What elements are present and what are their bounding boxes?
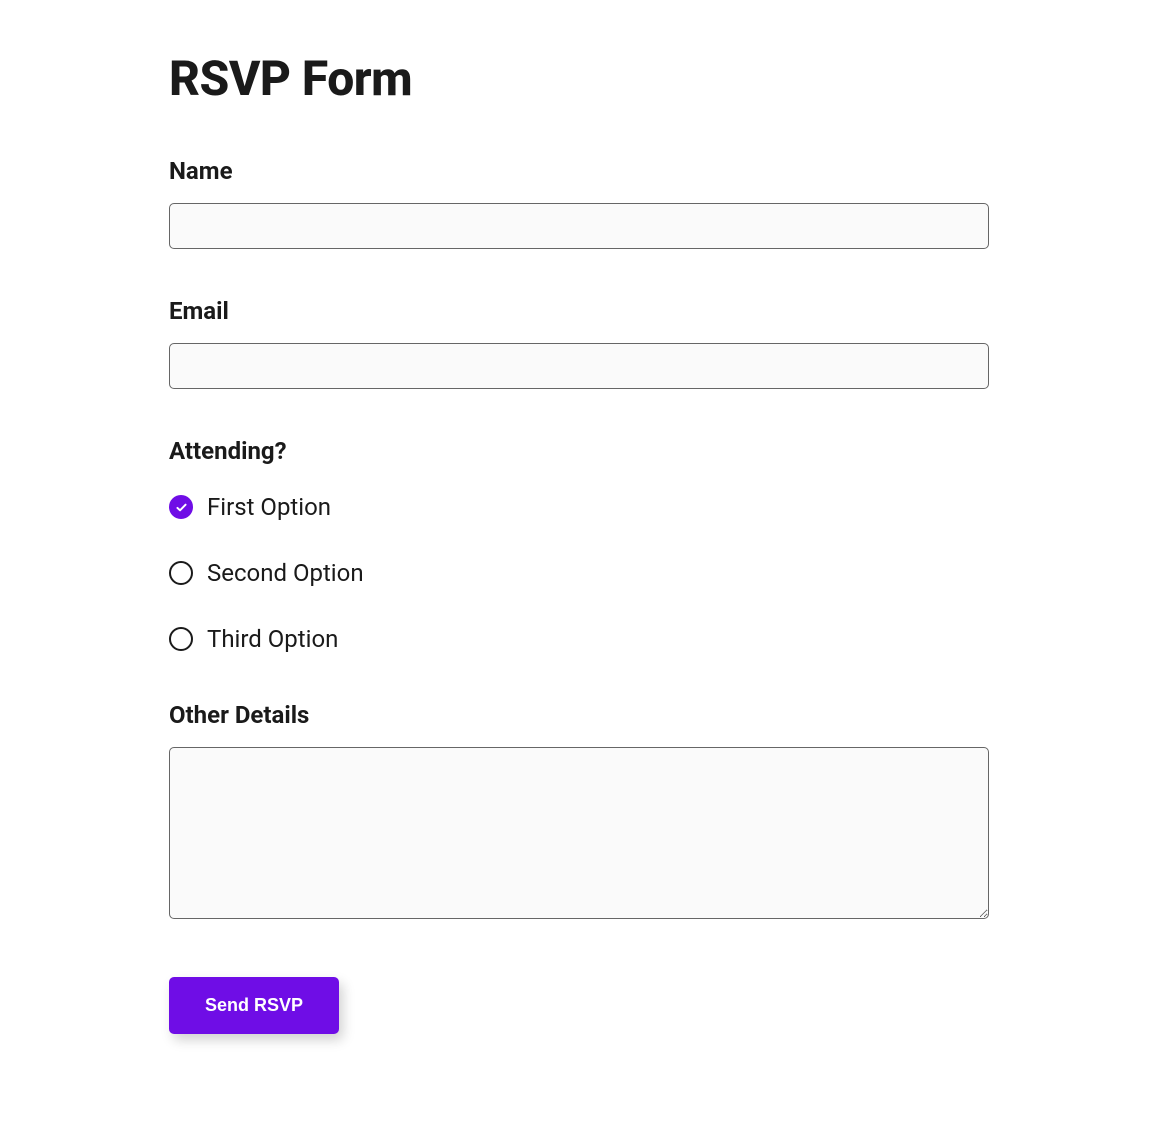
radio-label-first: First Option [207,493,331,521]
email-label: Email [169,297,989,325]
name-field-group: Name [169,157,989,249]
attending-label: Attending? [169,437,989,465]
name-input[interactable] [169,203,989,249]
rsvp-form-container: RSVP Form Name Email Attending? First Op… [149,50,1009,1034]
radio-item-second[interactable]: Second Option [169,559,989,587]
attending-radio-group: First Option Second Option Third Option [169,493,989,653]
radio-item-first[interactable]: First Option [169,493,989,521]
details-textarea[interactable] [169,747,989,919]
form-title: RSVP Form [169,50,989,107]
radio-label-second: Second Option [207,559,364,587]
radio-checked-icon[interactable] [169,495,193,519]
radio-unchecked-icon[interactable] [169,561,193,585]
details-label: Other Details [169,701,989,729]
attending-field-group: Attending? First Option Second Option Th… [169,437,989,653]
radio-item-third[interactable]: Third Option [169,625,989,653]
details-field-group: Other Details [169,701,989,923]
name-label: Name [169,157,989,185]
send-rsvp-button[interactable]: Send RSVP [169,977,339,1034]
radio-unchecked-icon[interactable] [169,627,193,651]
email-field-group: Email [169,297,989,389]
radio-label-third: Third Option [207,625,338,653]
email-input[interactable] [169,343,989,389]
